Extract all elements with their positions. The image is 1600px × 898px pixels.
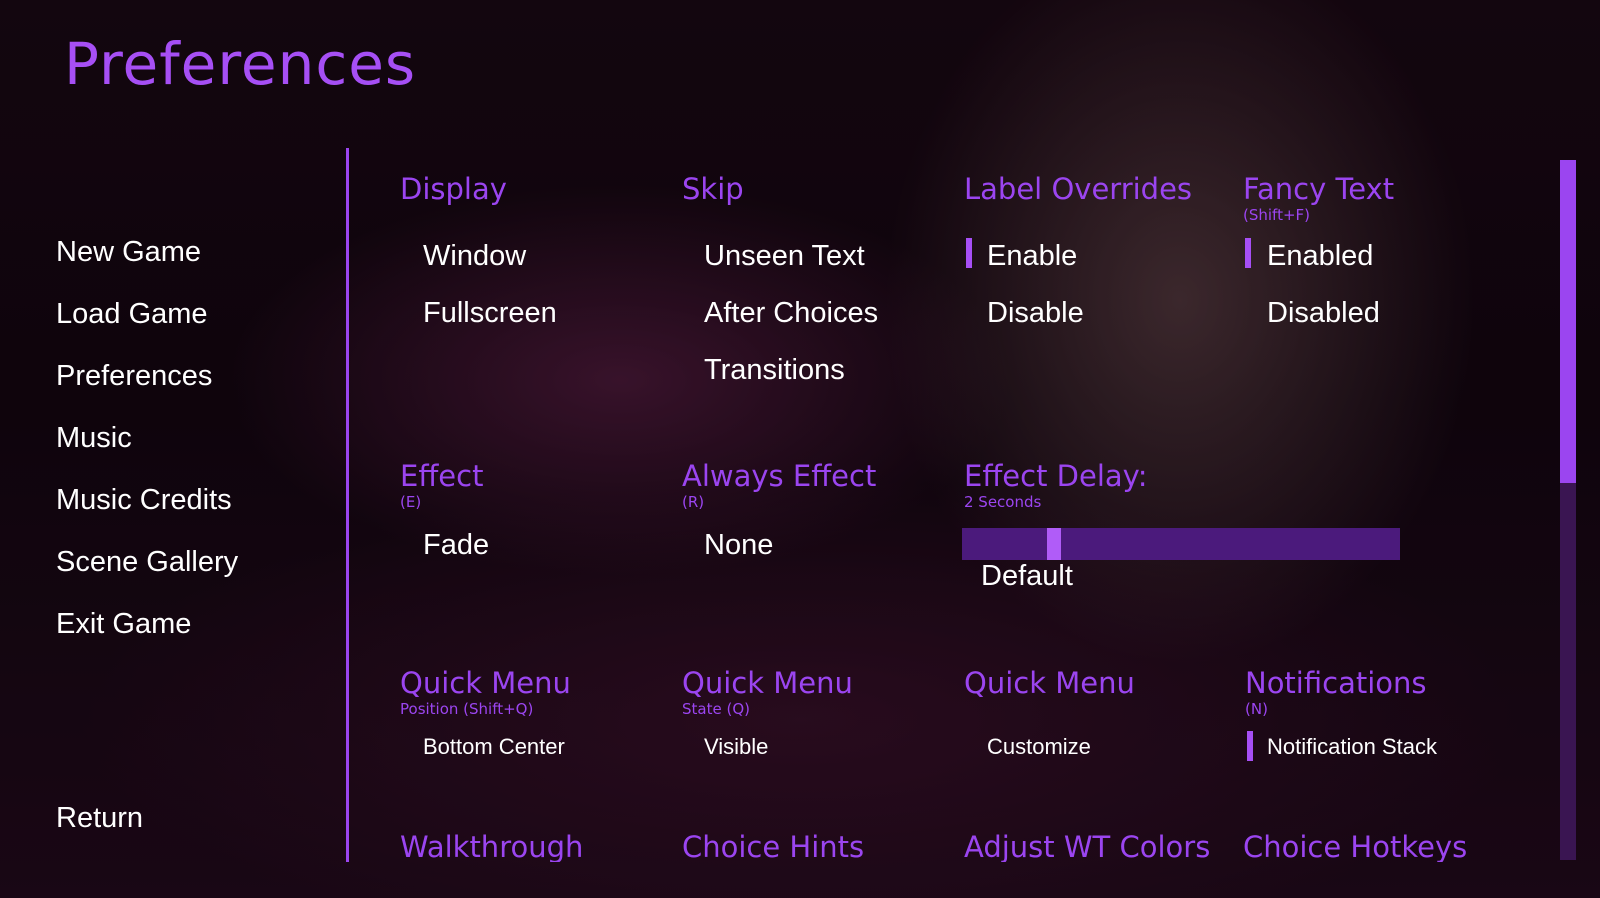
effect-value-button[interactable]: Fade [423,529,489,562]
display-window-option[interactable]: Window [423,240,526,273]
effect-delay-heading: Effect Delay: [964,459,1148,493]
effect-delay-section: Effect Delay: 2 Seconds [964,459,1148,511]
fancy-text-disabled-option[interactable]: Disabled [1267,297,1380,330]
quick-menu-position-heading: Quick Menu [400,666,571,700]
nav-divider [346,148,349,862]
label-overrides-disable-option[interactable]: Disable [987,297,1084,330]
nav-music-credits[interactable]: Music Credits [56,484,232,517]
quick-menu-position-section: Quick Menu Position (Shift+Q) [400,666,571,718]
skip-unseen-text-option[interactable]: Unseen Text [704,240,865,273]
quick-menu-state-hotkey: State (Q) [682,700,750,718]
effect-delay-slider[interactable] [962,528,1400,560]
nav-exit-game[interactable]: Exit Game [56,608,191,641]
notifications-hotkey: (N) [1245,700,1268,718]
effect-delay-slider-thumb[interactable] [1047,528,1061,560]
choice-hotkeys-heading: Choice Hotkeys [1243,830,1468,862]
adjust-wt-colors-heading: Adjust WT Colors [964,830,1211,862]
return-button[interactable]: Return [56,802,143,835]
quick-menu-customize-section: Quick Menu [964,666,1135,700]
fancy-text-hotkey: (Shift+F) [1243,206,1310,224]
quick-menu-customize-button[interactable]: Customize [987,734,1091,760]
label-overrides-selected-marker [966,238,972,268]
notifications-heading: Notifications [1245,666,1427,700]
display-fullscreen-option[interactable]: Fullscreen [423,297,557,330]
effect-heading: Effect [400,459,484,493]
notifications-value-button[interactable]: Notification Stack [1267,734,1437,760]
always-effect-value-button[interactable]: None [704,529,773,562]
effect-section: Effect (E) [400,459,483,511]
scrollbar-thumb[interactable] [1560,160,1576,483]
nav-scene-gallery[interactable]: Scene Gallery [56,546,238,579]
display-section: Display [400,172,507,206]
quick-menu-state-heading: Quick Menu [682,666,853,700]
label-overrides-section: Label Overrides [964,172,1192,206]
nav-load-game[interactable]: Load Game [56,298,208,331]
quick-menu-customize-heading: Quick Menu [964,666,1135,700]
effect-delay-value: 2 Seconds [964,493,1042,511]
effect-delay-default-button[interactable]: Default [981,560,1073,593]
fancy-text-selected-marker [1245,238,1251,268]
preferences-panel: Display Window Fullscreen Skip Unseen Te… [350,148,1550,862]
always-effect-hotkey: (R) [682,493,705,511]
skip-section: Skip [682,172,744,206]
nav-new-game[interactable]: New Game [56,236,201,269]
quick-menu-state-section: Quick Menu State (Q) [682,666,853,718]
effect-hotkey: (E) [400,493,422,511]
page-title: Preferences [64,30,417,98]
quick-menu-position-hotkey: Position (Shift+Q) [400,700,534,718]
vertical-scrollbar[interactable] [1560,160,1576,860]
quick-menu-state-value-button[interactable]: Visible [704,734,768,760]
nav-music[interactable]: Music [56,422,132,455]
skip-heading: Skip [682,172,744,206]
fancy-text-section: Fancy Text (Shift+F) [1243,172,1394,224]
notifications-section: Notifications (N) [1245,666,1427,718]
always-effect-heading: Always Effect [682,459,877,493]
fancy-text-heading: Fancy Text [1243,172,1395,206]
quick-menu-position-value-button[interactable]: Bottom Center [423,734,565,760]
choice-hints-heading: Choice Hints [682,830,865,862]
label-overrides-heading: Label Overrides [964,172,1193,206]
always-effect-section: Always Effect (R) [682,459,876,511]
nav-preferences[interactable]: Preferences [56,360,212,393]
fancy-text-enabled-option[interactable]: Enabled [1267,240,1373,273]
label-overrides-enable-option[interactable]: Enable [987,240,1077,273]
display-heading: Display [400,172,507,206]
notifications-selected-marker [1247,731,1253,761]
skip-transitions-option[interactable]: Transitions [704,354,845,387]
skip-after-choices-option[interactable]: After Choices [704,297,878,330]
walkthrough-heading: Walkthrough [400,830,584,862]
